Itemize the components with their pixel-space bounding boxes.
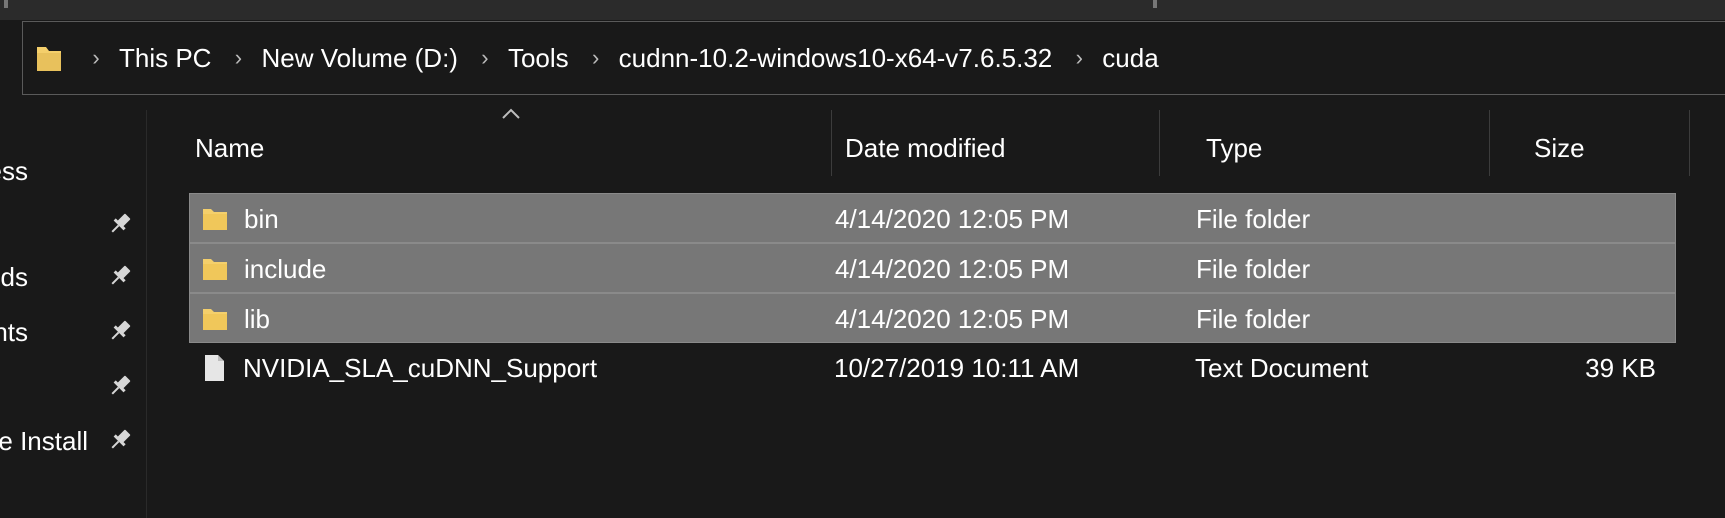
title-strip-mark <box>1153 0 1157 8</box>
file-date-modified: 10/27/2019 10:11 AM <box>834 353 1080 383</box>
folder-icon <box>203 309 227 330</box>
column-separator[interactable] <box>1689 110 1690 176</box>
file-row-include[interactable]: include 4/14/2020 12:05 PM File folder <box>189 243 1676 293</box>
file-row-bin[interactable]: bin 4/14/2020 12:05 PM File folder <box>189 193 1676 243</box>
file-row-lib[interactable]: lib 4/14/2020 12:05 PM File folder <box>189 293 1676 343</box>
folder-icon <box>203 259 227 280</box>
text-document-icon <box>205 355 224 381</box>
navigation-pane: ess ds nts <box>0 110 145 518</box>
breadcrumb-label[interactable]: Tools <box>508 43 573 74</box>
column-separator[interactable] <box>831 110 832 176</box>
column-header-date-modified[interactable]: Date modified <box>845 125 1005 171</box>
folder-icon <box>203 209 227 230</box>
nav-item-quick-access[interactable]: ess <box>0 152 145 192</box>
breadcrumb-cuda[interactable]: › cuda <box>1056 22 1162 94</box>
breadcrumb-label[interactable]: cudnn-10.2-windows10-x64-v7.6.5.32 <box>619 43 1057 74</box>
chevron-right-icon[interactable]: › <box>573 47 619 69</box>
file-date-modified: 4/14/2020 12:05 PM <box>835 254 1070 284</box>
column-separator[interactable] <box>1489 110 1490 176</box>
file-name[interactable]: lib <box>244 304 270 335</box>
file-explorer-window: › This PC › New Volume (D:) › Tools › cu… <box>0 0 1725 518</box>
chevron-right-icon[interactable]: › <box>215 47 261 69</box>
file-type: File folder <box>1196 254 1311 284</box>
breadcrumb-label[interactable]: cuda <box>1102 43 1162 74</box>
nav-item[interactable] <box>0 206 145 246</box>
chevron-right-icon[interactable]: › <box>1056 47 1102 69</box>
breadcrumb-tools[interactable]: › Tools <box>462 22 573 94</box>
column-header-type[interactable]: Type <box>1206 125 1262 171</box>
file-row-nvidia-sla[interactable]: NVIDIA_SLA_cuDNN_Support 10/27/2019 10:1… <box>189 343 1676 393</box>
nav-item[interactable] <box>0 368 145 408</box>
breadcrumb-label[interactable]: New Volume (D:) <box>261 43 462 74</box>
file-type: File folder <box>1196 204 1311 234</box>
nav-item-label[interactable]: nts <box>0 317 28 348</box>
title-strip <box>0 0 1725 20</box>
nav-item-documents[interactable]: nts <box>0 313 145 353</box>
pin-icon[interactable] <box>106 317 134 345</box>
breadcrumb-this-pc[interactable]: › This PC <box>73 22 215 94</box>
sort-ascending-icon <box>502 108 520 119</box>
pin-icon[interactable] <box>106 426 134 454</box>
nav-item-label[interactable]: ds <box>1 262 28 293</box>
nav-item-install[interactable]: e Install <box>0 422 145 462</box>
chevron-right-icon[interactable]: › <box>73 47 119 69</box>
file-name[interactable]: include <box>244 254 326 285</box>
file-type: Text Document <box>1195 353 1369 383</box>
nav-item-label[interactable]: e Install <box>0 426 88 457</box>
file-name[interactable]: NVIDIA_SLA_cuDNN_Support <box>243 353 597 384</box>
file-date-modified: 4/14/2020 12:05 PM <box>835 304 1070 334</box>
title-strip-mark <box>4 0 8 8</box>
pin-icon[interactable] <box>106 210 134 238</box>
pin-icon[interactable] <box>106 372 134 400</box>
column-separator[interactable] <box>1159 110 1160 176</box>
chevron-right-icon[interactable]: › <box>462 47 508 69</box>
file-date-modified: 4/14/2020 12:05 PM <box>835 204 1070 234</box>
column-header-size[interactable]: Size <box>1534 125 1585 171</box>
column-header-name[interactable]: Name <box>195 125 264 171</box>
file-type: File folder <box>1196 304 1311 334</box>
file-size: 39 KB <box>1585 353 1656 383</box>
nav-item-label[interactable]: ess <box>0 156 28 187</box>
file-list: Name Date modified Type Size bin 4/14/20… <box>147 108 1725 518</box>
nav-item-downloads[interactable]: ds <box>0 258 145 298</box>
address-bar[interactable]: › This PC › New Volume (D:) › Tools › cu… <box>22 21 1725 95</box>
breadcrumb-label[interactable]: This PC <box>119 43 215 74</box>
breadcrumb-cudnn[interactable]: › cudnn-10.2-windows10-x64-v7.6.5.32 <box>573 22 1057 94</box>
pin-icon[interactable] <box>106 262 134 290</box>
file-name[interactable]: bin <box>244 204 279 235</box>
breadcrumb-new-volume[interactable]: › New Volume (D:) <box>215 22 462 94</box>
folder-icon <box>37 47 61 71</box>
